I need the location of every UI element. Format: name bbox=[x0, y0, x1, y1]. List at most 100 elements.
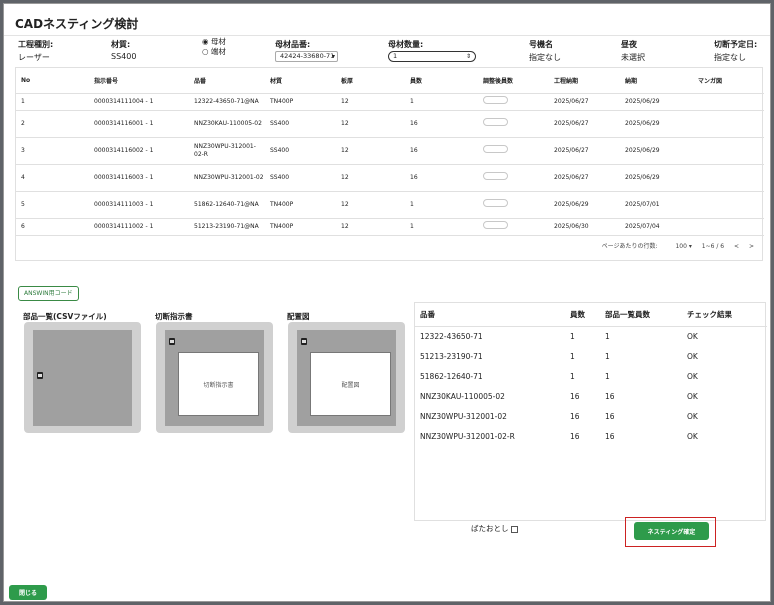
base-qty-value: 1 bbox=[393, 52, 398, 60]
cell-order-no: 0000314116003 - 1 bbox=[89, 164, 189, 192]
cell-due: 2025/07/04 bbox=[620, 218, 693, 236]
cut-instruction-preview: 切断指示書 bbox=[165, 330, 264, 426]
page-range: 1~6 / 6 bbox=[701, 243, 725, 250]
chevron-down-icon: ▾ bbox=[331, 53, 335, 60]
cell-no: 5 bbox=[16, 191, 89, 219]
cell-process-due: 2025/06/27 bbox=[549, 137, 620, 165]
cut-date-label: 切断予定日: bbox=[714, 40, 758, 49]
adjusted-qty-input[interactable] bbox=[483, 145, 508, 153]
cell-manga bbox=[693, 93, 764, 111]
bata-otoshi-label: ばたおとし bbox=[471, 524, 509, 533]
rows-per-page-label: ページあたりの行数: bbox=[601, 243, 658, 250]
field-cut-date: 切断予定日: 指定なし bbox=[714, 39, 757, 63]
cell-adjusted-qty bbox=[478, 191, 549, 219]
adjusted-qty-input[interactable] bbox=[483, 118, 508, 126]
radio-base-material[interactable]: ◉ 母材 bbox=[202, 37, 226, 47]
check-part: 51213-23190-71 bbox=[420, 351, 483, 361]
cell-due: 2025/06/29 bbox=[620, 110, 693, 138]
table-row[interactable]: 3 0000314116002 - 1 NNZ30WPU-312001-02-R… bbox=[16, 137, 764, 165]
col-header-no[interactable]: No bbox=[16, 68, 89, 94]
grid-header-row: No 指示番号 品番 材質 板厚 員数 調整後員数 工程納期 納期 マンガ図 bbox=[16, 68, 764, 94]
adjusted-qty-input[interactable] bbox=[483, 221, 508, 229]
field-base-qty: 母材数量: 1 ⇕ bbox=[388, 39, 476, 62]
spinner-icon[interactable]: ⇕ bbox=[466, 52, 471, 61]
layout-dropzone[interactable]: 配置図 bbox=[288, 322, 405, 433]
check-qty: 16 bbox=[570, 391, 580, 401]
bata-otoshi-option: ばたおとし bbox=[471, 523, 518, 534]
table-row[interactable]: 2 0000314116001 - 1 NNZ30KAU-110005-02 S… bbox=[16, 110, 764, 138]
cell-qty: 16 bbox=[405, 164, 478, 192]
cell-manga bbox=[693, 218, 764, 236]
process-type-label: 工程種別: bbox=[18, 40, 54, 49]
check-list-qty: 1 bbox=[605, 371, 610, 381]
order-grid: No 指示番号 品番 材質 板厚 員数 調整後員数 工程納期 納期 マンガ図 1… bbox=[15, 67, 764, 261]
parts-csv-dropzone[interactable] bbox=[24, 322, 141, 433]
col-header-material[interactable]: 材質 bbox=[265, 68, 336, 94]
col-header-part-no[interactable]: 品番 bbox=[189, 68, 265, 94]
base-qty-input[interactable]: 1 ⇕ bbox=[388, 51, 476, 62]
cell-part-no: NNZ30WPU-312001-02-R bbox=[189, 137, 265, 165]
col-header-thickness[interactable]: 板厚 bbox=[336, 68, 405, 94]
radio-offcut[interactable]: ○ 端材 bbox=[202, 47, 226, 57]
table-row[interactable]: 1 0000314111004 - 1 12322-43650-71@NA TN… bbox=[16, 93, 764, 111]
nesting-dialog: CADネスティング検討 工程種別: レーザー 材質: SS400 ◉ 母材 ○ … bbox=[3, 3, 771, 602]
check-result-table: 品番 員数 部品一覧員数 チェック結果 12322-43650-71 1 1 O… bbox=[414, 302, 767, 521]
model-value[interactable]: 指定なし bbox=[529, 52, 561, 63]
check-part: 51862-12640-71 bbox=[420, 371, 483, 381]
adjusted-qty-input[interactable] bbox=[483, 172, 508, 180]
cell-process-due: 2025/06/27 bbox=[549, 110, 620, 138]
adjusted-qty-input[interactable] bbox=[483, 199, 508, 207]
adjusted-qty-input[interactable] bbox=[483, 96, 508, 104]
process-type-value: レーザー bbox=[18, 53, 50, 62]
cell-thickness: 12 bbox=[336, 110, 405, 138]
field-process-type: 工程種別: レーザー bbox=[18, 39, 53, 63]
field-model: 号機名 指定なし bbox=[529, 39, 561, 63]
cell-qty: 1 bbox=[405, 93, 478, 111]
next-page-icon[interactable]: > bbox=[749, 243, 754, 250]
answin-code-button[interactable]: ANSWIN用コード bbox=[18, 286, 79, 301]
check-col-result: チェック結果 bbox=[682, 303, 767, 327]
cell-qty: 1 bbox=[405, 218, 478, 236]
file-icon bbox=[169, 338, 175, 345]
shift-label: 昼夜 bbox=[621, 40, 637, 49]
check-col-list-qty: 部品一覧員数 bbox=[600, 303, 682, 327]
cell-manga bbox=[693, 110, 764, 138]
cut-instruction-dropzone[interactable]: 切断指示書 bbox=[156, 322, 273, 433]
check-qty: 1 bbox=[570, 371, 575, 381]
col-header-manga[interactable]: マンガ図 bbox=[693, 68, 764, 94]
cell-material: SS400 bbox=[265, 164, 336, 192]
check-col-part: 品番 bbox=[415, 303, 565, 327]
check-part: NNZ30WPU-312001-02 bbox=[420, 411, 507, 421]
col-header-process-due[interactable]: 工程納期 bbox=[549, 68, 620, 94]
cell-part-no: 12322-43650-71@NA bbox=[189, 93, 265, 111]
close-button[interactable]: 閉じる bbox=[9, 585, 47, 600]
cell-manga bbox=[693, 137, 764, 165]
check-row: NNZ30KAU-110005-02 16 16 OK bbox=[415, 386, 767, 406]
base-part-no-select[interactable]: 42424-33680-71 ▾ bbox=[275, 51, 338, 62]
col-header-qty[interactable]: 員数 bbox=[405, 68, 478, 94]
col-header-adjusted-qty[interactable]: 調整後員数 bbox=[478, 68, 549, 94]
table-row[interactable]: 6 0000314111002 - 1 51213-23190-71@NA TN… bbox=[16, 218, 764, 236]
cell-part-no: NNZ30KAU-110005-02 bbox=[189, 110, 265, 138]
check-part: NNZ30KAU-110005-02 bbox=[420, 391, 505, 401]
nesting-confirm-button[interactable]: ネスティング確定 bbox=[634, 522, 709, 540]
table-row[interactable]: 4 0000314116003 - 1 NNZ30WPU-312001-02 S… bbox=[16, 164, 764, 192]
col-header-order-no[interactable]: 指示番号 bbox=[89, 68, 189, 94]
check-result: OK bbox=[687, 371, 698, 381]
cell-thickness: 12 bbox=[336, 191, 405, 219]
col-header-due[interactable]: 納期 bbox=[620, 68, 693, 94]
check-list-qty: 16 bbox=[605, 431, 615, 441]
shift-value[interactable]: 未選択 bbox=[621, 52, 645, 63]
prev-page-icon[interactable]: < bbox=[734, 243, 739, 250]
cell-order-no: 0000314116001 - 1 bbox=[89, 110, 189, 138]
cell-adjusted-qty bbox=[478, 164, 549, 192]
rows-per-page-select[interactable]: 100 ▾ bbox=[667, 243, 691, 250]
layout-label: 配置図 bbox=[287, 312, 310, 321]
cell-thickness: 12 bbox=[336, 137, 405, 165]
cut-instruction-label: 切断指示書 bbox=[155, 312, 193, 321]
table-row[interactable]: 5 0000314111003 - 1 51862-12640-71@NA TN… bbox=[16, 191, 764, 219]
cut-date-value[interactable]: 指定なし bbox=[714, 52, 757, 63]
bata-otoshi-checkbox[interactable] bbox=[510, 525, 518, 533]
check-row: NNZ30WPU-312001-02-R 16 16 OK bbox=[415, 426, 767, 446]
base-part-no-value: 42424-33680-71 bbox=[280, 52, 335, 60]
